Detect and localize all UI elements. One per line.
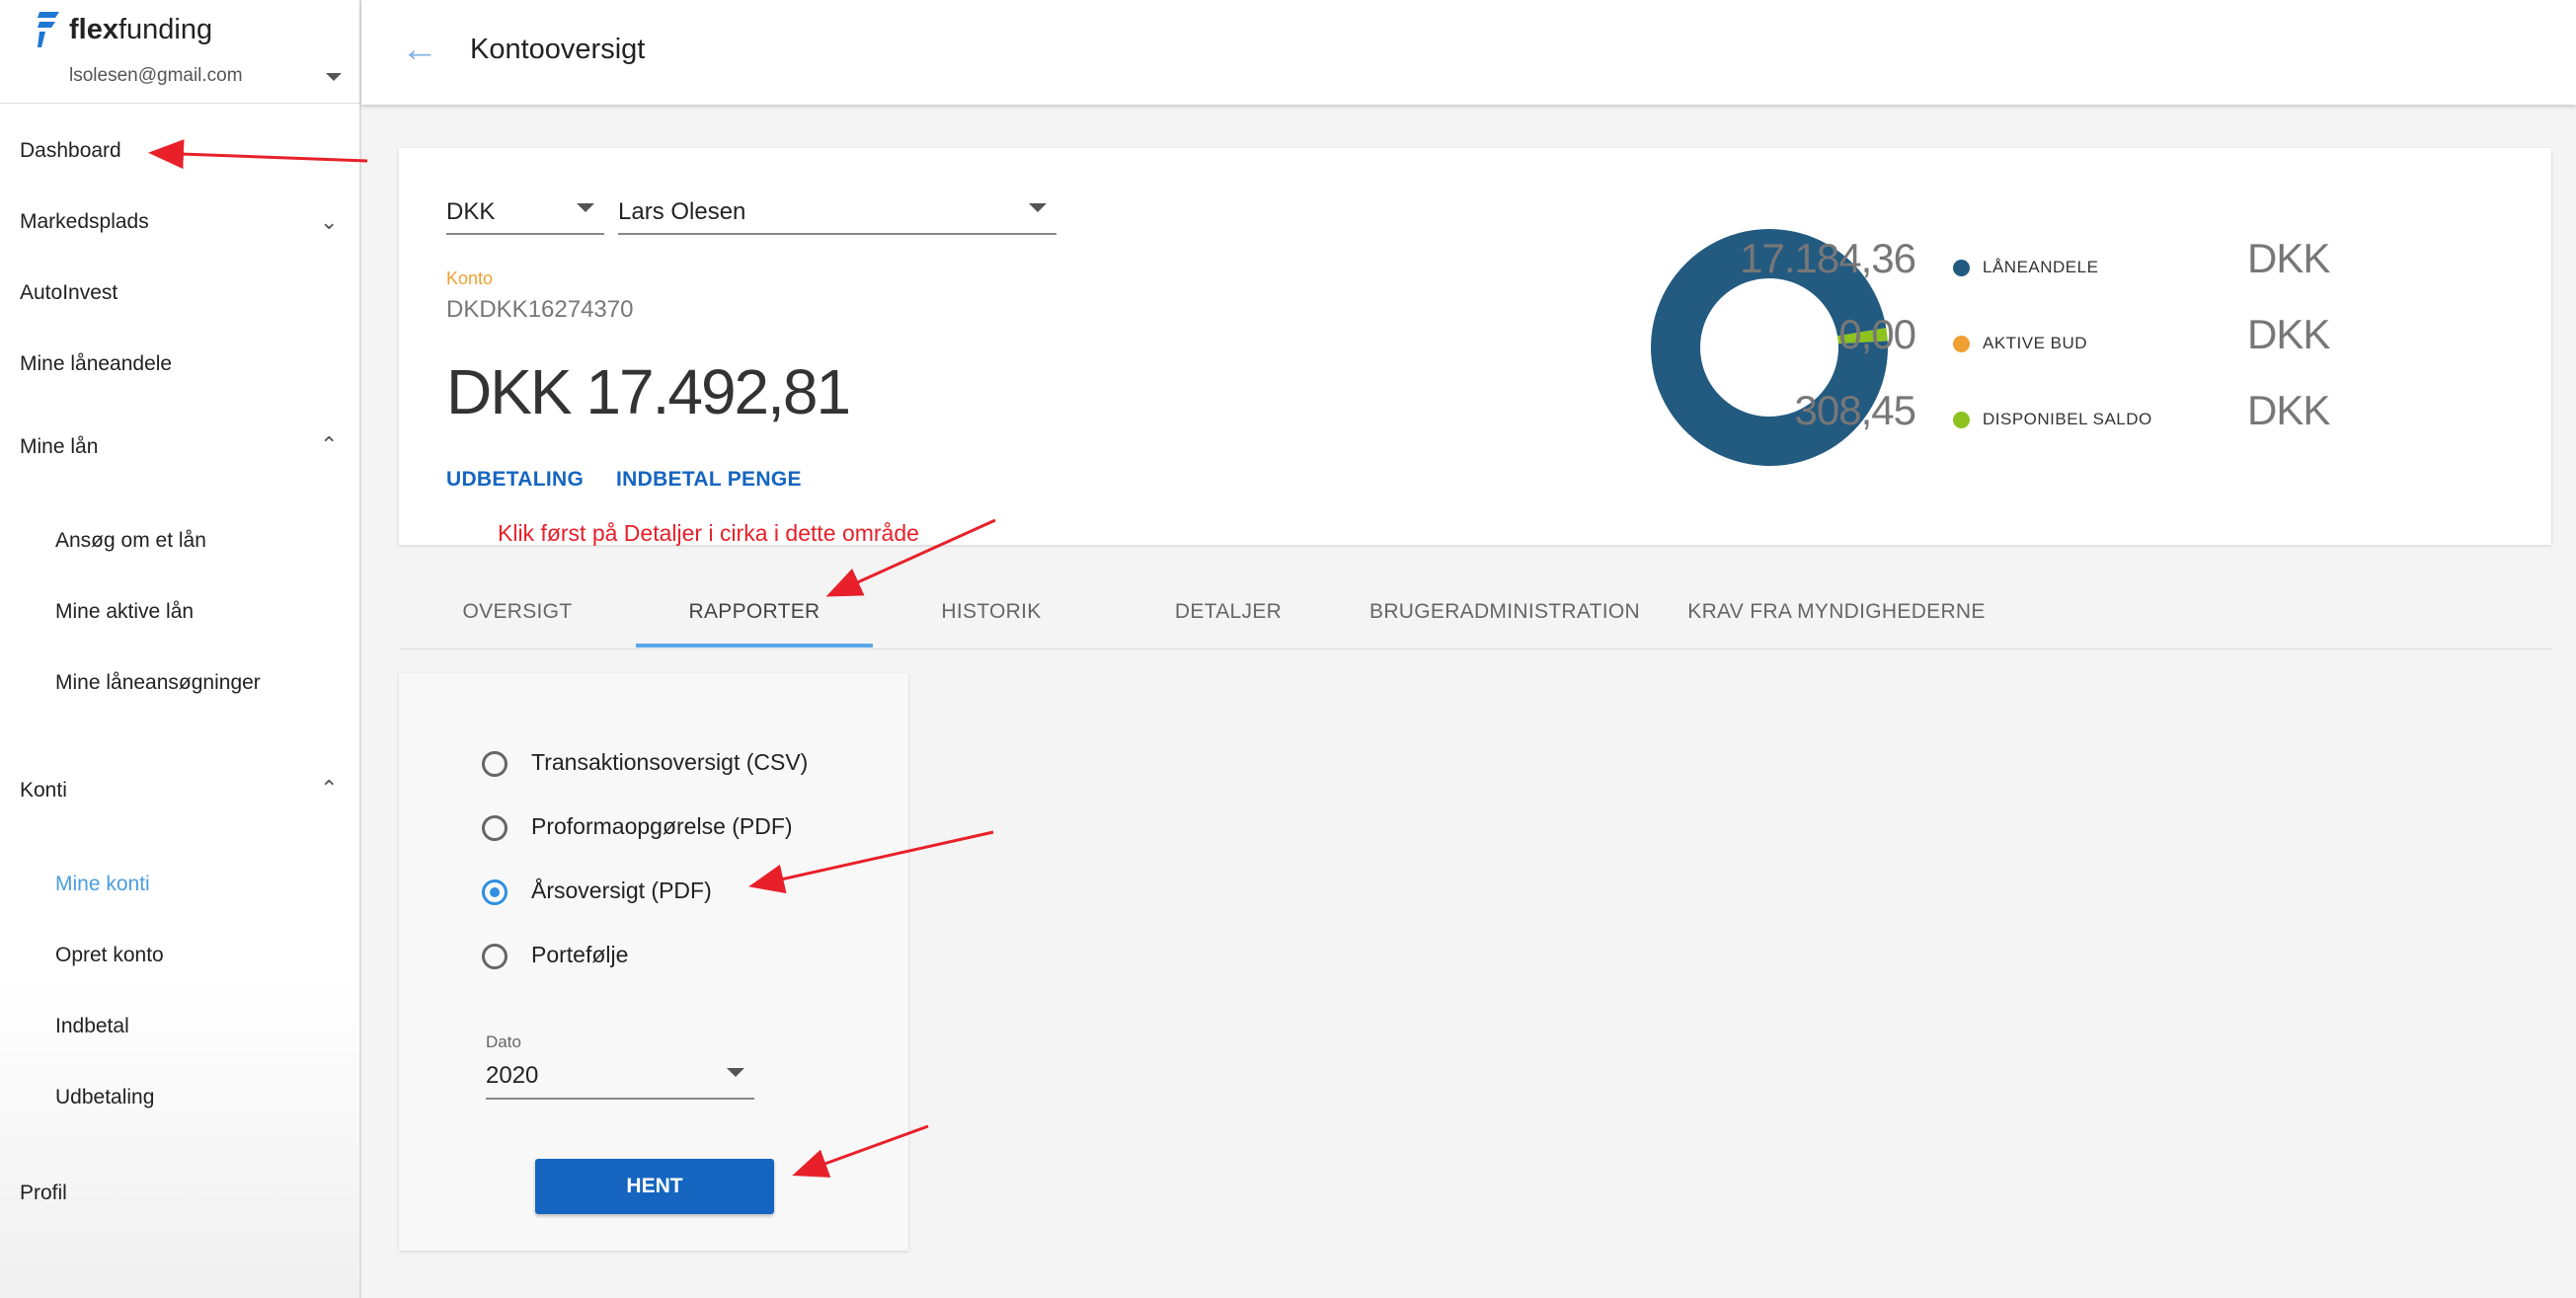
legend-currency: DKK <box>2247 235 2330 281</box>
legend-dot-aktive-bud <box>1953 336 1970 352</box>
year-select-value: 2020 <box>486 1062 539 1089</box>
chevron-up-icon[interactable]: ⌃ <box>320 776 338 802</box>
chevron-down-icon[interactable]: ⌄ <box>320 209 338 235</box>
tab-brugeradministration[interactable]: BRUGERADMINISTRATION <box>1347 600 1663 624</box>
legend-label-aktive-bud: AKTIVE BUD <box>1983 334 2088 352</box>
caret-down-icon <box>577 203 594 212</box>
radio-button-icon[interactable] <box>482 751 507 777</box>
radio-label: Transaktionsoversigt (CSV) <box>531 749 809 775</box>
sidebar-item-autoinvest[interactable]: AutoInvest <box>20 281 117 305</box>
sidebar-item-udbetaling[interactable]: Udbetaling <box>55 1086 154 1109</box>
sidebar: flexfunding lsolesen@gmail.com Dashboard… <box>0 0 361 1298</box>
tab-detaljer[interactable]: DETALJER <box>1110 600 1347 624</box>
chevron-up-icon[interactable]: ⌃ <box>320 432 338 458</box>
report-panel: Transaktionsoversigt (CSV) Proformaopgør… <box>399 673 908 1251</box>
legend-value-aktive-bud: 0,00 <box>1838 311 1916 357</box>
tab-oversigt[interactable]: OVERSIGT <box>399 600 636 624</box>
tab-historik[interactable]: HISTORIK <box>873 600 1110 624</box>
caret-down-icon <box>1029 203 1047 212</box>
total-balance: DKK 17.492,81 <box>446 356 851 427</box>
back-arrow-icon[interactable]: ← <box>401 30 438 69</box>
sidebar-item-indbetal[interactable]: Indbetal <box>55 1015 129 1038</box>
annotation-text: Klik først på Detaljer i cirka i dette o… <box>498 520 919 546</box>
sidebar-divider <box>0 103 359 104</box>
sidebar-item-dashboard[interactable]: Dashboard <box>20 139 121 163</box>
sidebar-item-opret-konto[interactable]: Opret konto <box>55 944 164 967</box>
sidebar-item-mine-laaneandele[interactable]: Mine låneandele <box>20 352 172 376</box>
account-owner-select[interactable]: Lars Olesen <box>618 191 1056 235</box>
konto-number: DKDKK16274370 <box>446 296 634 323</box>
user-email: lsolesen@gmail.com <box>69 65 243 86</box>
konto-label: Konto <box>446 268 494 288</box>
currency-select-value: DKK <box>446 198 496 225</box>
sidebar-item-markedsplads[interactable]: Markedsplads <box>20 210 149 234</box>
sidebar-item-profil[interactable]: Profil <box>20 1182 67 1205</box>
top-header: ← Kontooversigt <box>361 0 2576 105</box>
active-tab-indicator <box>636 644 873 648</box>
sidebar-item-mine-aktive-laan[interactable]: Mine aktive lån <box>55 600 194 624</box>
radio-label: Portefølje <box>531 942 629 967</box>
radio-label: Årsoversigt (PDF) <box>531 878 712 903</box>
page-title: Kontooversigt <box>470 34 646 65</box>
legend-value-disponibel-saldo: 308,45 <box>1794 387 1916 433</box>
radio-label: Proformaopgørelse (PDF) <box>531 813 793 839</box>
radio-button-icon[interactable] <box>482 815 507 841</box>
tab-krav-fra-myndighederne[interactable]: KRAV FRA MYNDIGHEDERNE <box>1663 600 2010 624</box>
indbetal-penge-button[interactable]: INDBETAL PENGE <box>616 468 802 492</box>
account-summary-card: DKK Lars Olesen Konto DKDKK16274370 DKK … <box>399 148 2551 545</box>
flexfunding-logo-icon <box>34 8 65 51</box>
radio-checked-icon[interactable] <box>482 879 507 905</box>
legend-value-laaneandele: 17.184,36 <box>1740 235 1916 281</box>
sidebar-item-ansoeg-om-laan[interactable]: Ansøg om et lån <box>55 529 206 553</box>
user-menu-caret-icon[interactable] <box>326 73 342 81</box>
caret-down-icon <box>727 1068 744 1077</box>
udbetaling-button[interactable]: UDBETALING <box>446 468 584 492</box>
account-owner-value: Lars Olesen <box>618 198 746 225</box>
date-label: Dato <box>486 1032 521 1051</box>
currency-select[interactable]: DKK <box>446 191 604 235</box>
sidebar-item-mine-laaneansoegninger[interactable]: Mine låneansøgninger <box>55 671 261 695</box>
legend-dot-laaneandele <box>1953 260 1970 276</box>
hent-button[interactable]: HENT <box>535 1159 774 1214</box>
legend-currency: DKK <box>2247 311 2330 357</box>
legend-dot-disponibel-saldo <box>1953 412 1970 428</box>
sidebar-item-konti[interactable]: Konti <box>20 779 67 802</box>
sidebar-item-mine-konti[interactable]: Mine konti <box>55 873 150 896</box>
legend-label-disponibel-saldo: DISPONIBEL SALDO <box>1983 410 2152 428</box>
legend-currency: DKK <box>2247 387 2330 433</box>
legend-label-laaneandele: LÅNEANDELE <box>1983 258 2099 276</box>
radio-button-icon[interactable] <box>482 944 507 969</box>
year-select[interactable]: 2020 <box>486 1056 754 1100</box>
sidebar-item-mine-laan[interactable]: Mine lån <box>20 435 98 459</box>
brand-name: flexfunding <box>69 14 213 45</box>
tab-rapporter[interactable]: RAPPORTER <box>636 600 873 624</box>
